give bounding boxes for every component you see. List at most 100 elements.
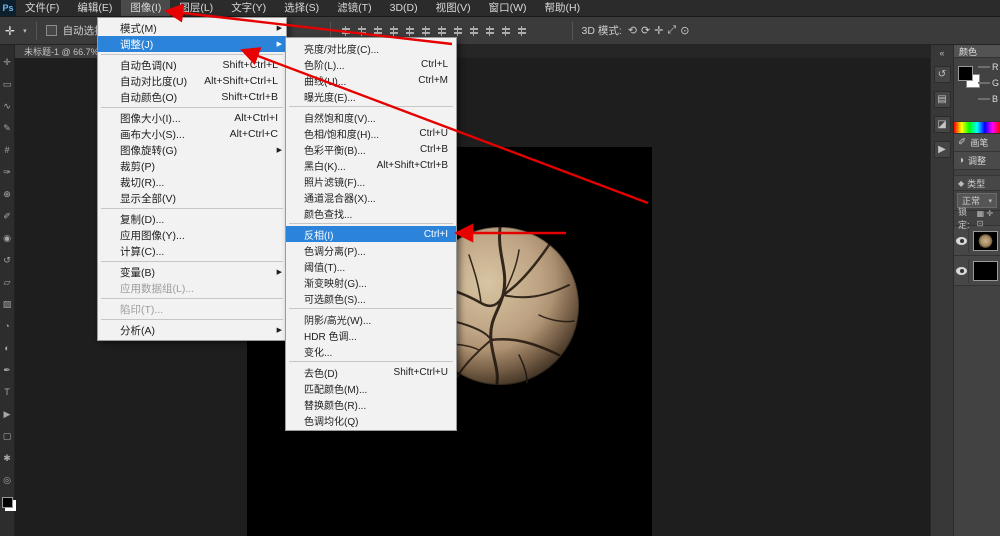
color-slider[interactable] (978, 98, 990, 100)
menu-item[interactable]: 匹配颜色(M)... (286, 380, 456, 396)
align-right-edges-icon[interactable] (420, 25, 432, 37)
color-spectrum-ramp[interactable] (954, 122, 1000, 134)
menu-item[interactable]: 阴影/高光(W)... (286, 311, 456, 327)
move-tool-button[interactable]: ✛ (0, 51, 15, 73)
layer-thumbnail[interactable] (973, 231, 998, 251)
align-vertical-centers-icon[interactable] (356, 25, 368, 37)
3d-scale-icon[interactable]: ⊙ (680, 24, 689, 37)
menu-item[interactable]: 裁切(R)... (98, 174, 286, 190)
menubar-item-3[interactable]: 图像(I) (121, 0, 170, 16)
menu-item[interactable]: 调整(J)▶ (98, 36, 286, 52)
menubar-item-6[interactable]: 选择(S) (275, 0, 328, 16)
align-bottom-edges-icon[interactable] (372, 25, 384, 37)
menu-item[interactable]: 阈值(T)... (286, 258, 456, 274)
layer-visibility-toggle[interactable] (956, 229, 969, 253)
lock-icon[interactable]: ⊡ (977, 219, 984, 228)
quick-select-tool-button[interactable]: ✎ (0, 117, 15, 139)
menu-item[interactable]: 亮度/对比度(C)... (286, 40, 456, 56)
menu-item[interactable]: 裁剪(P) (98, 158, 286, 174)
properties-panel-icon[interactable]: ▤ (934, 91, 951, 108)
3d-slide-icon[interactable]: ⤢ (667, 24, 676, 37)
lock-icon[interactable]: ✛ (986, 209, 993, 218)
shape-tool-button[interactable]: ▢ (0, 425, 15, 447)
menubar-item-2[interactable]: 编辑(E) (68, 0, 121, 16)
color-slider[interactable] (978, 82, 990, 84)
menu-item[interactable]: 自动颜色(O)Shift+Ctrl+B (98, 89, 286, 105)
foreground-background-swatch-mini[interactable] (2, 497, 13, 508)
info-panel-icon[interactable]: ◪ (934, 116, 951, 133)
auto-select-checkbox[interactable] (46, 25, 57, 36)
layer-visibility-toggle[interactable] (956, 259, 969, 283)
menubar-item-4[interactable]: 图层(L) (170, 0, 222, 16)
menu-item[interactable]: 去色(D)Shift+Ctrl+U (286, 364, 456, 380)
clone-stamp-tool-button[interactable]: ◉ (0, 227, 15, 249)
distribute-vertical-centers-icon[interactable] (452, 25, 464, 37)
menu-item[interactable]: 渐变映射(G)... (286, 274, 456, 290)
menu-item[interactable]: 曲线(U)...Ctrl+M (286, 72, 456, 88)
menu-item[interactable]: 显示全部(V) (98, 190, 286, 206)
3d-pan-icon[interactable]: ✛ (654, 24, 663, 37)
lock-icon[interactable]: ▦ (977, 209, 987, 218)
panel-button-调整[interactable]: ◑调整 (954, 152, 1000, 170)
path-select-tool-button[interactable]: ▶ (0, 403, 15, 425)
menu-item[interactable]: 分析(A)▶ (98, 322, 286, 338)
eyedropper-tool-button[interactable]: ✑ (0, 161, 15, 183)
collapse-panels-button[interactable]: « (939, 48, 944, 58)
menubar-item-11[interactable]: 帮助(H) (536, 0, 590, 16)
menu-item[interactable]: 替换颜色(R)... (286, 396, 456, 412)
layer-row[interactable] (954, 226, 1000, 256)
menu-item[interactable]: 自然饱和度(V)... (286, 109, 456, 125)
menubar-item-10[interactable]: 窗口(W) (480, 0, 536, 16)
blur-tool-button[interactable]: ◔ (0, 315, 15, 337)
eraser-tool-button[interactable]: ▱ (0, 271, 15, 293)
menu-item[interactable]: 色彩平衡(B)...Ctrl+B (286, 141, 456, 157)
3d-roll-icon[interactable]: ⟳ (641, 24, 650, 37)
menu-item[interactable]: 通道混合器(X)... (286, 189, 456, 205)
distribute-bottom-edges-icon[interactable] (468, 25, 480, 37)
panel-button-画笔[interactable]: ✐画笔 (954, 134, 1000, 152)
menubar-item-5[interactable]: 文字(Y) (222, 0, 275, 16)
menu-item[interactable]: 自动对比度(U)Alt+Shift+Ctrl+L (98, 73, 286, 89)
menu-item[interactable]: 黑白(K)...Alt+Shift+Ctrl+B (286, 157, 456, 173)
healing-tool-button[interactable]: ⊕ (0, 183, 15, 205)
color-panel-tab[interactable]: 颜色 (954, 45, 1000, 58)
distribute-top-edges-icon[interactable] (436, 25, 448, 37)
menu-item[interactable]: 色相/饱和度(H)...Ctrl+U (286, 125, 456, 141)
layer-filter-label[interactable]: 类型 (967, 177, 985, 190)
menu-item[interactable]: 变量(B)▶ (98, 264, 286, 280)
menu-item[interactable]: 色调分离(P)... (286, 242, 456, 258)
menu-item[interactable]: HDR 色调... (286, 327, 456, 343)
menu-item[interactable]: 照片滤镜(F)... (286, 173, 456, 189)
crop-tool-button[interactable]: # (0, 139, 15, 161)
distribute-left-edges-icon[interactable] (484, 25, 496, 37)
zoom-tool-button[interactable]: ◎ (0, 469, 15, 491)
menu-item[interactable]: 变化... (286, 343, 456, 359)
menubar-item-8[interactable]: 3D(D) (381, 0, 427, 16)
history-panel-icon[interactable]: ↺ (934, 66, 951, 83)
menu-item[interactable]: 图像旋转(G)▶ (98, 142, 286, 158)
menu-item[interactable]: 反相(I)Ctrl+I (286, 226, 456, 242)
foreground-color-swatch[interactable] (958, 66, 973, 81)
menu-item[interactable]: 计算(C)... (98, 243, 286, 259)
dodge-tool-button[interactable]: ◐ (0, 337, 15, 359)
menubar-item-1[interactable]: 文件(F) (16, 0, 68, 16)
menu-item[interactable]: 模式(M)▶ (98, 20, 286, 36)
menu-item[interactable]: 可选颜色(S)... (286, 290, 456, 306)
menu-item[interactable]: 曝光度(E)... (286, 88, 456, 104)
menu-item[interactable]: 自动色调(N)Shift+Ctrl+L (98, 57, 286, 73)
menubar-item-7[interactable]: 滤镜(T) (328, 0, 380, 16)
align-top-edges-icon[interactable] (340, 25, 352, 37)
tool-preset-caret-icon[interactable]: ▾ (23, 27, 27, 35)
layer-row[interactable] (954, 256, 1000, 286)
menu-item[interactable]: 应用图像(Y)... (98, 227, 286, 243)
marquee-tool-button[interactable]: ▭ (0, 73, 15, 95)
pen-tool-button[interactable]: ✒ (0, 359, 15, 381)
type-tool-button[interactable]: T (0, 381, 15, 403)
menu-item[interactable]: 图像大小(I)...Alt+Ctrl+I (98, 110, 286, 126)
distribute-horizontal-centers-icon[interactable] (500, 25, 512, 37)
menubar-item-9[interactable]: 视图(V) (427, 0, 480, 16)
distribute-right-edges-icon[interactable] (516, 25, 528, 37)
brush-tool-button[interactable]: ✐ (0, 205, 15, 227)
history-brush-tool-button[interactable]: ↺ (0, 249, 15, 271)
menu-item[interactable]: 色阶(L)...Ctrl+L (286, 56, 456, 72)
